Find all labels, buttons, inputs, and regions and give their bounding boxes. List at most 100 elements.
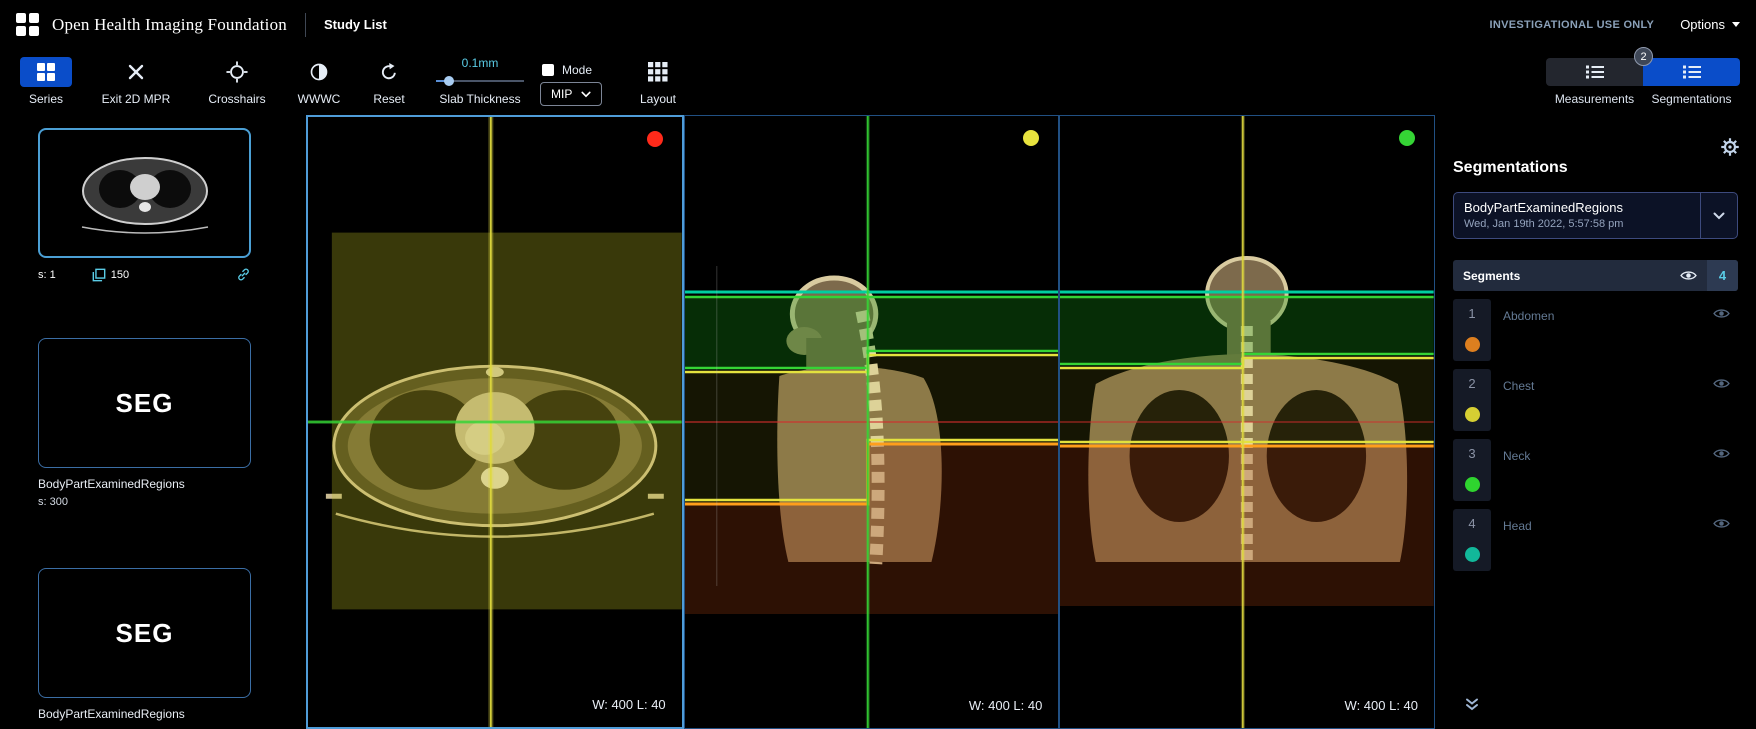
mode-label: Mode: [562, 63, 593, 77]
seg-thumbnail-box[interactable]: SEG: [38, 338, 251, 468]
series-description: BodyPartExaminedRegions: [38, 707, 185, 721]
slab-thickness-label: Slab Thickness: [439, 92, 521, 106]
segmentation-date: Wed, Jan 19th 2022, 5:57:58 pm: [1464, 218, 1624, 230]
sagittal-ct-image: [684, 116, 1059, 728]
layout-tool-button[interactable]: Layout: [626, 57, 690, 106]
segmentations-panel-button[interactable]: 2: [1634, 47, 1740, 86]
segment-visibility-eye-icon[interactable]: [1713, 439, 1738, 501]
double-chevron-down-icon[interactable]: [1465, 698, 1479, 711]
segment-row-head[interactable]: 4 Head: [1453, 509, 1738, 571]
slab-thickness-tool: 0.1mm Slab Thickness: [428, 56, 532, 106]
ohif-logo[interactable]: Open Health Imaging Foundation: [16, 13, 287, 36]
window-level-text: W: 400 L: 40: [1344, 698, 1419, 713]
mip-dropdown[interactable]: MIP: [540, 82, 603, 106]
chevron-down-icon: [581, 91, 591, 97]
segment-label: Chest: [1503, 379, 1535, 393]
segment-color-swatch[interactable]: [1464, 477, 1480, 492]
segment-label: Abdomen: [1503, 309, 1555, 323]
wwwc-label: WWWC: [297, 92, 341, 106]
chevron-down-icon[interactable]: [1700, 193, 1737, 238]
slider-thumb[interactable]: [444, 76, 454, 86]
series-description: BodyPartExaminedRegions: [38, 477, 185, 491]
segment-row-abdomen[interactable]: 1 Abdomen: [1453, 299, 1738, 361]
segment-color-swatch[interactable]: [1464, 547, 1480, 562]
series-number: s: 300: [38, 496, 68, 508]
gear-icon[interactable]: [1720, 137, 1740, 157]
list-icon: [1682, 65, 1701, 79]
viewport-coronal[interactable]: W: 400 L: 40: [1059, 115, 1436, 729]
viewport-sagittal[interactable]: W: 400 L: 40: [683, 115, 1060, 729]
segment-index: 2: [1468, 376, 1476, 391]
ohif-viewer: Open Health Imaging Foundation Study Lis…: [0, 0, 1756, 729]
link-icon[interactable]: [236, 267, 251, 282]
axial-plane-marker: [646, 131, 663, 147]
coronal-ct-image: [1060, 116, 1435, 728]
segmentation-select-value[interactable]: BodyPartExaminedRegions Wed, Jan 19th 20…: [1454, 193, 1700, 238]
crosshairs-tool-button[interactable]: Crosshairs: [194, 57, 280, 106]
app-title: Open Health Imaging Foundation: [52, 14, 287, 34]
series-number: s: 1: [38, 268, 56, 281]
segment-row-chest[interactable]: 2 Chest: [1453, 369, 1738, 431]
window-level-text: W: 400 L: 40: [592, 697, 666, 712]
toolbar: Series Exit 2D MPR Crosshairs WWWC Reset: [0, 47, 1756, 115]
exit-2d-mpr-button[interactable]: Exit 2D MPR: [86, 57, 186, 106]
seg-modality-label: SEG: [115, 387, 174, 418]
ohif-logo-icon: [16, 13, 39, 36]
stack-icon: [92, 268, 106, 282]
options-label: Options: [1680, 17, 1725, 32]
instance-count: 150: [110, 268, 130, 281]
segment-visibility-eye-icon[interactable]: [1713, 299, 1738, 361]
layout-label: Layout: [639, 92, 677, 106]
segmentation-panel: Segmentations BodyPartExaminedRegions We…: [1435, 115, 1756, 729]
series-thumbnail-ct[interactable]: s: 1 150: [38, 128, 306, 282]
mip-value: MIP: [551, 87, 573, 101]
segment-index-cell: 2: [1453, 369, 1491, 431]
coronal-plane-marker: [1399, 130, 1416, 146]
mip-mode-tool: Mode MIP: [540, 63, 618, 106]
segments-header: Segments 4: [1453, 260, 1738, 291]
viewport-axial[interactable]: W: 400 L: 40: [306, 115, 684, 729]
segment-row-neck[interactable]: 3 Neck: [1453, 439, 1738, 501]
segment-index: 1: [1468, 306, 1476, 321]
series-tool-label: Series: [28, 92, 63, 106]
reset-tool-button[interactable]: Reset: [358, 57, 420, 106]
header-divider: [305, 12, 306, 37]
segment-visibility-eye-icon[interactable]: [1713, 509, 1738, 571]
contrast-circle-icon: [309, 57, 329, 87]
measurements-panel-button[interactable]: [1546, 58, 1643, 86]
segmentation-select: BodyPartExaminedRegions Wed, Jan 19th 20…: [1453, 192, 1738, 239]
investigational-label: INVESTIGATIONAL USE ONLY: [1489, 18, 1655, 31]
slab-thickness-value: 0.1mm: [461, 56, 499, 70]
ct-axial-mini: [81, 156, 208, 234]
seg-modality-label: SEG: [115, 617, 174, 648]
seg-thumbnail-box[interactable]: SEG: [38, 568, 251, 698]
slab-thickness-slider[interactable]: [436, 75, 524, 87]
ct-thumbnail-image[interactable]: [38, 128, 251, 258]
segment-color-swatch[interactable]: [1464, 407, 1480, 422]
exit-2d-mpr-label: Exit 2D MPR: [101, 92, 171, 106]
mode-checkbox-row[interactable]: Mode: [542, 63, 592, 77]
reset-rotate-icon: [379, 57, 399, 87]
viewport-grid: W: 400 L: 40 W: 400 L: 40 W: 400 L: 40: [306, 115, 1436, 729]
measurements-label: Measurements: [1554, 92, 1635, 106]
mode-checkbox[interactable]: [542, 64, 554, 76]
visible-segments-count: 4: [1707, 260, 1738, 291]
study-list-link[interactable]: Study List: [324, 17, 387, 32]
options-button[interactable]: Options: [1680, 17, 1740, 32]
wwwc-tool-button[interactable]: WWWC: [288, 57, 350, 106]
axial-ct-image: [308, 117, 682, 727]
segment-visibility-eye-icon[interactable]: [1713, 369, 1738, 431]
series-thumbnail-seg-1[interactable]: SEG BodyPartExaminedRegions s: 300: [38, 338, 306, 508]
segmentations-label: Segmentations: [1651, 92, 1732, 106]
series-tool-button[interactable]: Series: [14, 57, 78, 106]
x-icon: [126, 57, 146, 87]
segment-index-cell: 3: [1453, 439, 1491, 501]
series-thumbnail-seg-2[interactable]: SEG BodyPartExaminedRegions: [38, 568, 306, 721]
segment-index-cell: 1: [1453, 299, 1491, 361]
segment-color-swatch[interactable]: [1464, 337, 1480, 352]
series-grid-icon: [20, 57, 72, 87]
panel-title: Segmentations: [1453, 159, 1568, 176]
segment-index: 3: [1468, 446, 1476, 461]
segment-label: Neck: [1503, 449, 1531, 463]
toggle-all-visibility-eye-icon[interactable]: [1670, 269, 1707, 282]
